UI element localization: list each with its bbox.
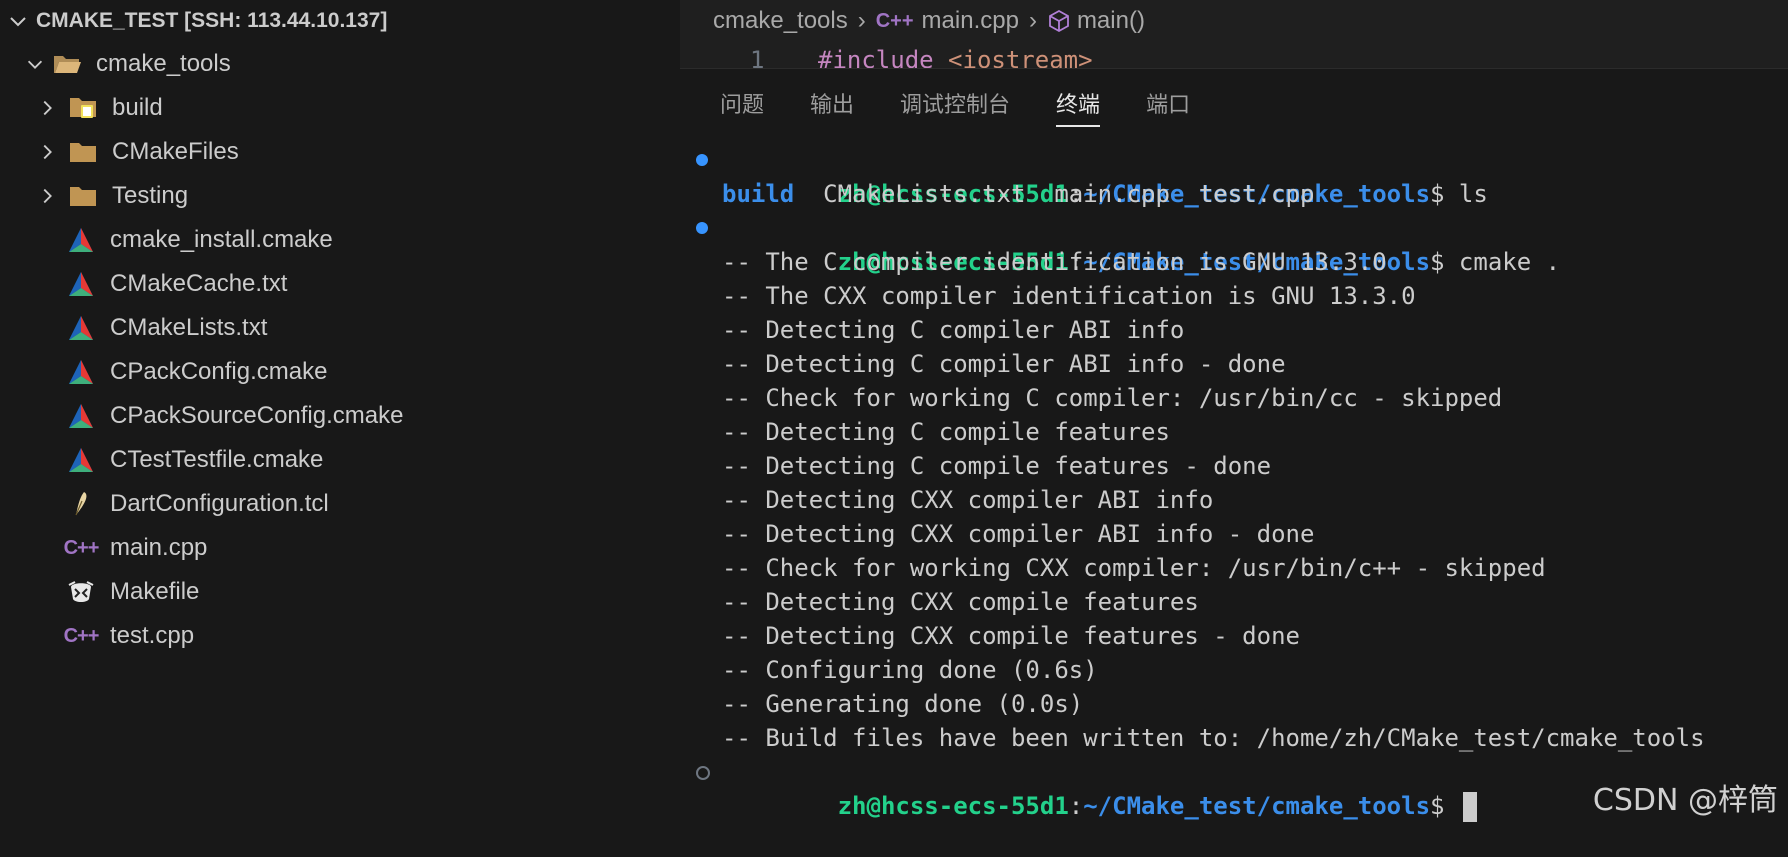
explorer-sidebar: CMAKE_TEST [SSH: 113.44.10.137] cmake_to… (0, 0, 680, 828)
terminal-output-line: -- Build files have been written to: /ho… (722, 724, 1705, 752)
terminal-output-line: -- Detecting C compile features - done (722, 452, 1272, 480)
tree-label: build (112, 94, 163, 121)
command-decoration-icon[interactable] (696, 222, 708, 234)
tree-item[interactable]: CMakeLists.txt (0, 306, 680, 350)
prompt-user-host: zh@hcss-ecs-55d1 (837, 792, 1069, 820)
tree-label: CPackSourceConfig.cmake (110, 402, 404, 429)
code-line[interactable]: 1 #include <iostream> (680, 42, 1788, 68)
chevron-down-icon (10, 17, 26, 27)
tree-item[interactable]: DartConfiguration.tcl (0, 482, 680, 526)
terminal-output-line: -- Check for working C compiler: /usr/bi… (722, 384, 1503, 412)
workspace-title: CMAKE_TEST [SSH: 113.44.10.137] (36, 9, 388, 32)
editor-area: cmake_tools › C++ main.cpp › main() 1 #i… (680, 0, 1788, 829)
folder-build-icon (68, 95, 98, 121)
cpp-file-icon: C++ (63, 624, 100, 647)
line-number: 1 (750, 46, 765, 68)
code-text: #include <iostream> (818, 46, 1093, 68)
tree-label: CPackConfig.cmake (110, 358, 328, 385)
command-decoration-icon[interactable] (696, 154, 708, 166)
tree-label: main.cpp (110, 534, 208, 561)
terminal-output-line: -- Generating done (0.0s) (722, 690, 1084, 718)
tab-problems[interactable]: 问题 (720, 87, 764, 125)
terminal-output-line: build CMakeLists.txt main.cpp test.cpp (680, 177, 1788, 211)
folder-icon (68, 183, 98, 209)
tree-item[interactable]: CMakeCache.txt (0, 262, 680, 306)
terminal-output-line: -- Configuring done (0.6s) (722, 656, 1098, 684)
prompt-path: ~/CMake_test/cmake_tools (1083, 792, 1431, 820)
tree-label: CMakeFiles (112, 138, 239, 165)
breadcrumb-symbol[interactable]: main() (1077, 7, 1145, 35)
tree-item[interactable]: Makefile (0, 570, 680, 614)
tree-item[interactable]: CPackConfig.cmake (0, 350, 680, 394)
include-directive: #include (818, 46, 934, 68)
chevron-right-icon (43, 144, 52, 160)
cpp-file-icon: C++ (875, 9, 914, 32)
tree-label: cmake_install.cmake (110, 226, 333, 253)
terminal-output-line: -- Detecting CXX compiler ABI info - don… (722, 520, 1315, 548)
chevron-right-icon: › (857, 7, 866, 34)
include-header: <iostream> (933, 46, 1093, 68)
terminal-output-line: -- The CXX compiler identification is GN… (722, 282, 1416, 310)
terminal-output-line: -- Detecting C compile features (722, 418, 1170, 446)
tree-label: cmake_tools (96, 50, 231, 77)
terminal[interactable]: zh@hcss-ecs-55d1:~/CMake_test/cmake_tool… (680, 143, 1788, 822)
tree-item[interactable]: cmake_install.cmake (0, 218, 680, 262)
chevron-right-icon: › (1028, 7, 1037, 34)
method-cube-icon (1049, 9, 1069, 33)
cmake-icon (66, 315, 96, 341)
tree-item[interactable]: CTestTestfile.cmake (0, 438, 680, 482)
chevron-right-icon (43, 100, 52, 116)
tree-label: Testing (112, 182, 189, 209)
tree-label: Makefile (110, 578, 200, 605)
ls-directory: build (722, 180, 795, 208)
cmake-icon (66, 227, 96, 253)
terminal-output-line: -- Detecting CXX compile features (722, 588, 1199, 616)
breadcrumb-folder[interactable]: cmake_tools (713, 7, 848, 35)
cmake-icon (66, 403, 96, 429)
tab-ports[interactable]: 端口 (1146, 87, 1190, 125)
terminal-output-line: -- Detecting CXX compile features - done (722, 622, 1300, 650)
tree-item[interactable]: build (0, 86, 680, 130)
tree-item[interactable]: C++ main.cpp (0, 526, 680, 570)
tab-output[interactable]: 输出 (810, 87, 854, 125)
feather-icon (66, 491, 96, 517)
cmake-icon (66, 447, 96, 473)
panel-tabs: 问题 输出 调试控制台 终端 端口 (720, 87, 1236, 127)
tree-label: CMakeCache.txt (110, 270, 288, 297)
tree-item[interactable]: Testing (0, 174, 680, 218)
terminal-output-line: -- Check for working CXX compiler: /usr/… (722, 554, 1546, 582)
cmake-icon (66, 271, 96, 297)
tree-item[interactable]: C++ test.cpp (0, 614, 680, 658)
makefile-icon (66, 579, 96, 605)
tree-item[interactable]: CPackSourceConfig.cmake (0, 394, 680, 438)
explorer-header[interactable]: CMAKE_TEST [SSH: 113.44.10.137] (0, 0, 680, 42)
folder-open-icon (52, 51, 82, 77)
tab-debug-console[interactable]: 调试控制台 (900, 87, 1010, 125)
terminal-output-line: -- Detecting CXX compiler ABI info (722, 486, 1214, 514)
terminal-prompt-line: zh@hcss-ecs-55d1:~/CMake_test/cmake_tool… (680, 211, 1788, 276)
cpp-file-icon: C++ (63, 536, 100, 559)
tree-label: DartConfiguration.tcl (110, 490, 329, 517)
bottom-panel: 问题 输出 调试控制台 终端 端口 zh@hcss-ecs-55d1:~/CMa… (680, 68, 1788, 829)
tree-item[interactable]: CMakeFiles (0, 130, 680, 174)
tree-label: CTestTestfile.cmake (110, 446, 324, 473)
chevron-down-icon (27, 60, 43, 69)
breadcrumb: cmake_tools › C++ main.cpp › main() (680, 0, 1788, 42)
terminal-output-line: -- Detecting C compiler ABI info - done (722, 350, 1286, 378)
folder-icon (68, 139, 98, 165)
tree-folder-cmake-tools[interactable]: cmake_tools (0, 42, 680, 86)
tree-label: CMakeLists.txt (110, 314, 268, 341)
terminal-prompt-line: zh@hcss-ecs-55d1:~/CMake_test/cmake_tool… (680, 143, 1788, 208)
watermark: CSDN @梓筒 (1592, 783, 1778, 818)
tree-label: test.cpp (110, 622, 195, 649)
tab-terminal[interactable]: 终端 (1056, 87, 1101, 127)
cmake-icon (66, 359, 96, 385)
terminal-output-line: -- The C compiler identification is GNU … (722, 248, 1387, 276)
breadcrumb-file[interactable]: main.cpp (922, 7, 1019, 35)
command-decoration-icon[interactable] (696, 766, 710, 780)
chevron-right-icon (43, 188, 52, 204)
terminal-cursor (1462, 792, 1477, 822)
ls-files: CMakeLists.txt main.cpp test.cpp (794, 180, 1315, 208)
terminal-output-line: -- Detecting C compiler ABI info (722, 316, 1185, 344)
